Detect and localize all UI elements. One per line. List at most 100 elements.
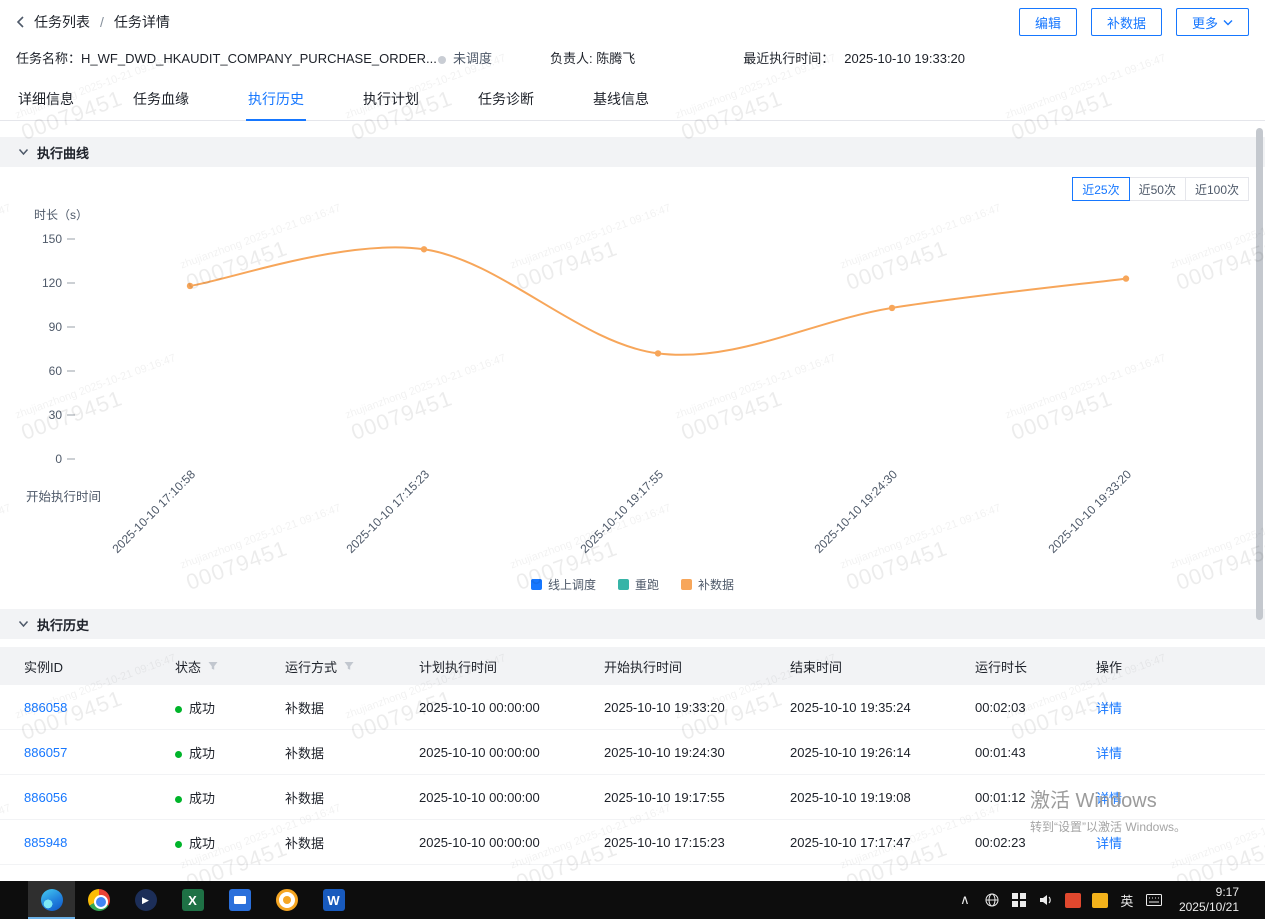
filter-icon[interactable] xyxy=(207,660,219,672)
legend-item-online-schedule[interactable]: 线上调度 xyxy=(531,576,596,593)
range-button-last-50[interactable]: 近50次 xyxy=(1129,177,1186,201)
ime-keyboard-icon[interactable] xyxy=(1146,894,1162,906)
collapse-chevron-icon xyxy=(18,620,29,628)
column-header-duration: 运行时长 xyxy=(975,657,1096,676)
data-point[interactable] xyxy=(187,283,193,289)
table-row: 886056成功补数据2025-10-10 00:00:00 2025-10-10… xyxy=(0,775,1265,820)
more-button[interactable]: 更多 xyxy=(1176,8,1249,36)
curve-section-title: 执行曲线 xyxy=(37,143,89,162)
status-dot xyxy=(175,751,182,758)
status-dot xyxy=(175,706,182,713)
chrome-taskbar-button[interactable] xyxy=(75,881,122,919)
chevron-down-icon xyxy=(1223,19,1233,26)
instance-id-link[interactable]: 886056 xyxy=(24,790,175,805)
start-time-cell: 2025-10-10 19:33:20 xyxy=(604,700,790,715)
plan-time-cell: 2025-10-10 00:00:00 xyxy=(419,745,604,760)
task-detail-page: 任务列表 / 任务详情 编辑 补数据 更多 任务名称：H_WF_DWD_HKAU… xyxy=(0,0,1265,881)
status-dot xyxy=(175,841,182,848)
data-point[interactable] xyxy=(889,305,895,311)
tab-execution-plan[interactable]: 执行计划 xyxy=(361,79,421,121)
back-icon[interactable] xyxy=(16,15,26,29)
yellow-app-taskbar-button[interactable] xyxy=(263,881,310,919)
instance-id-link[interactable]: 886057 xyxy=(24,745,175,760)
table-row: 886058成功补数据2025-10-10 00:00:002025-10-10… xyxy=(0,685,1265,730)
history-section-title: 执行历史 xyxy=(37,615,89,634)
detail-link[interactable]: 详情 xyxy=(1096,833,1265,852)
vertical-scrollbar-thumb[interactable] xyxy=(1256,128,1263,620)
data-point[interactable] xyxy=(1123,275,1129,281)
network-globe-icon[interactable] xyxy=(984,892,1000,908)
excel-taskbar-button[interactable]: X xyxy=(169,881,216,919)
task-name-value: H_WF_DWD_HKAUDIT_COMPANY_PURCHASE_ORDER.… xyxy=(81,51,437,66)
curve-section-header[interactable]: 执行曲线 xyxy=(0,137,1265,167)
backfill-button[interactable]: 补数据 xyxy=(1091,8,1162,36)
tab-detail-info[interactable]: 详细信息 xyxy=(16,79,76,121)
history-section-header[interactable]: 执行历史 xyxy=(0,609,1265,639)
range-row: 近25次近50次近100次 xyxy=(0,167,1265,201)
execution-curve-chart: 时长（s）03060901201502025-10-10 17:10:58202… xyxy=(16,203,1250,569)
table-body: 886058成功补数据2025-10-10 00:00:002025-10-10… xyxy=(0,685,1265,865)
column-header-end-time: 结束时间 xyxy=(790,657,975,676)
app-grid-icon[interactable] xyxy=(1011,893,1027,907)
blue-app-taskbar-button[interactable] xyxy=(216,881,263,919)
range-group: 近25次近50次近100次 xyxy=(1073,177,1249,201)
schedule-status: 未调度 xyxy=(438,48,492,67)
data-point[interactable] xyxy=(655,350,661,356)
breadcrumb-task-list[interactable]: 任务列表 xyxy=(34,12,90,32)
data-point[interactable] xyxy=(421,246,427,252)
x-tick-label: 2025-10-10 19:24:30 xyxy=(811,467,900,556)
duration-cell: 00:02:23 xyxy=(975,835,1096,850)
edit-button[interactable]: 编辑 xyxy=(1019,8,1077,36)
task-info-row: 任务名称：H_WF_DWD_HKAUDIT_COMPANY_PURCHASE_O… xyxy=(0,40,1265,79)
taskbar-clock[interactable]: 9:17 2025/10/21 xyxy=(1173,885,1245,915)
instance-id-link[interactable]: 885948 xyxy=(24,835,175,850)
volume-icon[interactable] xyxy=(1038,892,1054,908)
run-type-cell: 补数据 xyxy=(285,788,419,807)
tab-task-diagnosis[interactable]: 任务诊断 xyxy=(476,79,536,121)
detail-link[interactable]: 详情 xyxy=(1096,788,1265,807)
media-app-taskbar-button[interactable]: ▶ xyxy=(122,881,169,919)
task-name-label: 任务名称： xyxy=(16,51,81,66)
end-time-cell: 2025-10-10 19:19:08 xyxy=(790,790,975,805)
table-row: 886057成功补数据2025-10-10 00:00:002025-10-10… xyxy=(0,730,1265,775)
edge-taskbar-button[interactable] xyxy=(28,881,75,919)
tab-task-lineage[interactable]: 任务血缘 xyxy=(131,79,191,121)
legend-item-rerun[interactable]: 重跑 xyxy=(618,576,659,593)
detail-link[interactable]: 详情 xyxy=(1096,698,1265,717)
word-taskbar-button[interactable]: W xyxy=(310,881,357,919)
x-axis-title: 开始执行时间 xyxy=(26,490,101,504)
legend-swatch xyxy=(618,579,629,590)
column-header-start-time: 开始执行时间 xyxy=(604,657,790,676)
legend-label: 重跑 xyxy=(635,576,659,593)
taskbar-apps: ▶ X W xyxy=(28,881,357,919)
chart-legend: 线上调度 重跑 补数据 xyxy=(0,575,1265,593)
legend-swatch xyxy=(531,579,542,590)
hidden-icons-chevron-icon[interactable]: ∧ xyxy=(957,892,973,908)
plan-time-cell: 2025-10-10 00:00:00 xyxy=(419,790,604,805)
legend-item-backfill[interactable]: 补数据 xyxy=(681,576,734,593)
range-button-last-100[interactable]: 近100次 xyxy=(1185,177,1249,201)
y-tick-label: 90 xyxy=(49,320,63,334)
input-language-indicator[interactable]: 英 xyxy=(1119,891,1135,910)
breadcrumb-separator: / xyxy=(98,14,106,30)
yellow-tray-app-icon[interactable] xyxy=(1092,893,1108,908)
instance-id-link[interactable]: 886058 xyxy=(24,700,175,715)
detail-link[interactable]: 详情 xyxy=(1096,743,1265,762)
plan-time-cell: 2025-10-10 00:00:00 xyxy=(419,835,604,850)
task-owner: 负责人: 陈腾飞 xyxy=(550,48,635,67)
range-button-last-25[interactable]: 近25次 xyxy=(1072,177,1129,201)
status-cell: 成功 xyxy=(175,788,285,807)
tab-baseline-info[interactable]: 基线信息 xyxy=(591,79,651,121)
legend-label: 线上调度 xyxy=(548,576,596,593)
task-name: 任务名称：H_WF_DWD_HKAUDIT_COMPANY_PURCHASE_O… xyxy=(16,48,438,67)
column-header-status: 状态 xyxy=(175,657,285,676)
end-time-cell: 2025-10-10 17:17:47 xyxy=(790,835,975,850)
excel-icon: X xyxy=(182,889,204,911)
blue-app-icon xyxy=(229,889,251,911)
owner-label: 负责人: xyxy=(550,51,593,66)
red-tray-app-icon[interactable] xyxy=(1065,893,1081,908)
legend-label: 补数据 xyxy=(698,576,734,593)
edge-icon xyxy=(41,889,63,911)
tab-execution-history[interactable]: 执行历史 xyxy=(246,79,306,121)
filter-icon[interactable] xyxy=(343,660,355,672)
